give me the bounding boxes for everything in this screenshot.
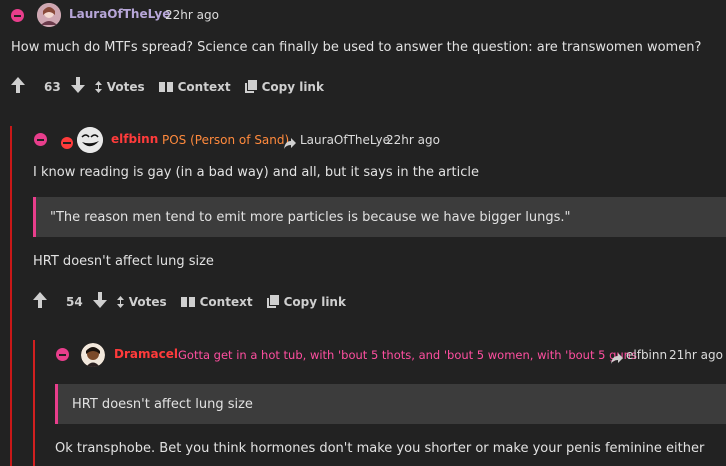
upvote-icon[interactable] — [33, 292, 47, 311]
avatar[interactable] — [37, 3, 61, 27]
context-label: Context — [177, 79, 231, 94]
thread-line[interactable] — [33, 340, 35, 466]
blockquote: HRT doesn't affect lung size — [55, 384, 726, 424]
votes-button[interactable]: Votes — [94, 79, 145, 94]
troll-face-icon — [77, 127, 103, 153]
comment-body: Ok transphobe. Bet you think hormones do… — [55, 441, 705, 456]
mod-badge-icon — [61, 134, 73, 153]
username[interactable]: Dramacel — [114, 347, 178, 361]
comment-body: How much do MTFs spread? Science can fin… — [11, 40, 702, 55]
user-avatar-icon — [81, 343, 105, 367]
votes-button[interactable]: Votes — [116, 294, 167, 309]
book-icon — [158, 81, 173, 92]
reply-to-user[interactable]: LauraOfTheLye — [300, 133, 390, 147]
username[interactable]: LauraOfTheLye — [69, 7, 170, 21]
username[interactable]: elfbinn — [111, 132, 158, 146]
score: 63 — [44, 79, 61, 94]
timestamp[interactable]: 21hr ago — [669, 348, 723, 362]
sort-icon — [116, 295, 124, 308]
blockquote-text: HRT doesn't affect lung size — [72, 396, 253, 412]
copy-icon — [244, 80, 257, 93]
comment-body-continued: HRT doesn't affect lung size — [33, 254, 214, 269]
blockquote: "The reason men tend to emit more partic… — [33, 197, 726, 237]
user-flair: Gotta get in a hot tub, with 'bout 5 tho… — [178, 348, 637, 362]
thread-line[interactable] — [10, 126, 12, 466]
votes-label: Votes — [106, 79, 145, 94]
comment-actions: 54 Votes Context Copy link — [33, 292, 360, 311]
copy-link-label: Copy link — [261, 79, 324, 94]
context-label: Context — [199, 294, 253, 309]
timestamp[interactable]: 22hr ago — [165, 8, 219, 22]
reply-arrow-icon — [284, 134, 296, 153]
collapse-button[interactable] — [56, 348, 69, 361]
avatar[interactable] — [81, 343, 105, 367]
collapse-button[interactable] — [34, 133, 47, 146]
book-icon — [180, 296, 195, 307]
sort-icon — [94, 80, 102, 93]
downvote-icon[interactable] — [70, 77, 85, 96]
copy-icon — [266, 295, 279, 308]
copy-link-button[interactable]: Copy link — [266, 294, 346, 309]
comment-body: I know reading is gay (in a bad way) and… — [33, 165, 479, 180]
timestamp[interactable]: 22hr ago — [386, 133, 440, 147]
comment-actions: 63 Votes Context Copy link — [11, 77, 338, 96]
copy-link-label: Copy link — [283, 294, 346, 309]
context-button[interactable]: Context — [180, 294, 253, 309]
collapse-button[interactable] — [11, 9, 24, 22]
downvote-icon[interactable] — [92, 292, 107, 311]
avatar[interactable] — [77, 127, 103, 153]
user-flair: POS (Person of Sand) — [162, 133, 290, 147]
upvote-icon[interactable] — [11, 77, 25, 96]
blockquote-text: "The reason men tend to emit more partic… — [50, 209, 571, 225]
reply-arrow-icon — [611, 349, 623, 368]
user-avatar-icon — [37, 3, 61, 27]
copy-link-button[interactable]: Copy link — [244, 79, 324, 94]
reply-to-user[interactable]: elfbinn — [626, 348, 667, 362]
context-button[interactable]: Context — [158, 79, 231, 94]
score: 54 — [66, 294, 83, 309]
votes-label: Votes — [128, 294, 167, 309]
